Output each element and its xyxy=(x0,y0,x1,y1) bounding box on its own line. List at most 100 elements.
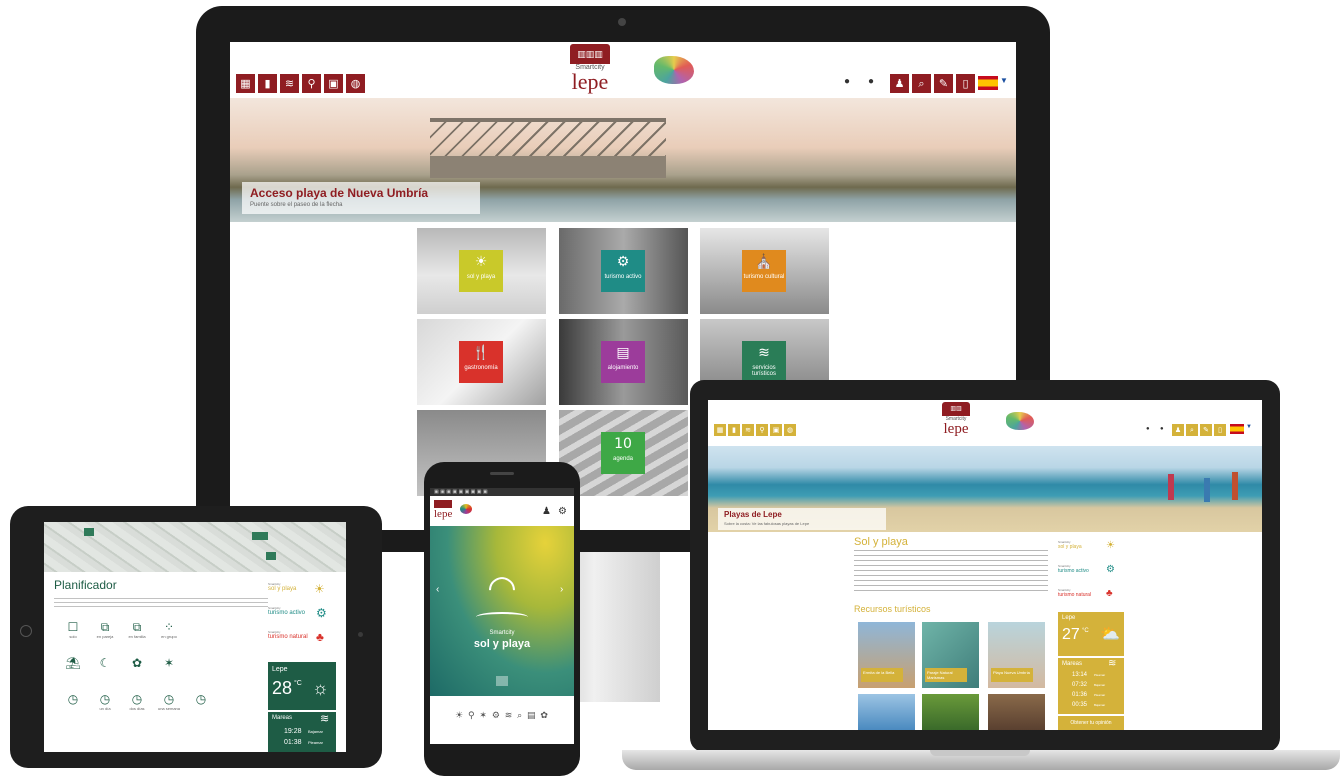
brand-turismo-natural[interactable]: Smartcity turismo natural ♣ xyxy=(268,630,338,652)
apple-icon[interactable]: ● xyxy=(1160,426,1164,432)
mobile-icon[interactable]: ▯ xyxy=(1214,424,1226,436)
resource-card[interactable] xyxy=(988,694,1045,730)
android-icon[interactable]: ● xyxy=(1146,426,1150,432)
phone-logo[interactable]: lepe xyxy=(434,508,452,520)
option-duration[interactable]: ◷ xyxy=(58,692,88,722)
phone-category-nav[interactable]: ☀ ⚲ ✶ ⚙ ≋ ⌕ ▤ ✿ xyxy=(430,696,574,744)
map-marker[interactable] xyxy=(252,532,268,540)
brand-name: turismo natural xyxy=(268,634,308,640)
opinion-button[interactable]: Obtener tu opinión xyxy=(1058,716,1124,730)
tides-title: Mareas xyxy=(1062,661,1083,667)
option-turismo-natural[interactable]: ✶ xyxy=(154,656,184,686)
resource-card[interactable] xyxy=(922,694,979,730)
lepe-logo[interactable]: ▥▥▥ Smartcity lepe xyxy=(560,44,620,93)
weather-unit: °C xyxy=(294,680,302,687)
search-icon[interactable]: ⌕ xyxy=(1186,424,1198,436)
hero-caption: Acceso playa de Nueva Umbría Puente sobr… xyxy=(242,182,480,214)
laptop-nav-icon-1[interactable]: ▦ xyxy=(714,424,726,436)
tile-badge: ⛪ turismo cultural xyxy=(742,250,786,292)
option-playa[interactable]: ⛱ xyxy=(58,656,88,686)
resource-card[interactable]: Paraje Natural Marismas xyxy=(922,622,979,688)
desktop-nav-icon-3[interactable]: ≋ xyxy=(280,74,299,93)
android-icon[interactable]: ● xyxy=(844,76,850,87)
sun-icon: ☀ xyxy=(314,582,325,596)
resource-caption: Playa Nueva Umbría xyxy=(991,668,1033,682)
laptop-nav-icon-3[interactable]: ≋ xyxy=(742,424,754,436)
brand-name: sol y playa xyxy=(268,586,297,592)
option-una-semana[interactable]: ◷ una semana xyxy=(154,692,184,722)
tide-time: 00:35 xyxy=(1072,702,1088,708)
laptop-nav-icon-4[interactable]: ⚲ xyxy=(756,424,768,436)
laptop-nav-icon-2[interactable]: ▮ xyxy=(728,424,740,436)
desktop-nav-icon-1[interactable]: ▦ xyxy=(236,74,255,93)
brand-sol-y-playa[interactable]: Smartcity sol y playa ☀ xyxy=(268,582,338,604)
desktop-nav-icon-6[interactable]: ◍ xyxy=(346,74,365,93)
search-icon[interactable]: ⌕ xyxy=(912,74,931,93)
laptop-lepe-logo[interactable]: ▥▥ Smartcity lepe xyxy=(934,402,978,437)
tablet-home-button[interactable] xyxy=(20,625,32,637)
option-solo[interactable]: ☐ solo xyxy=(58,620,88,650)
tile-sol-y-playa[interactable]: ☀ sol y playa xyxy=(417,228,546,314)
spanish-flag-icon[interactable] xyxy=(1230,424,1244,434)
planner-title: Planificador xyxy=(54,578,117,592)
option-dos-dias[interactable]: ◷ dos días xyxy=(122,692,152,722)
option-un-dia[interactable]: ◷ un día xyxy=(90,692,120,722)
phone-hero[interactable]: ‹ › ◠ Smartcity sol y playa xyxy=(430,526,574,696)
resource-card[interactable]: Ermita de la Bella xyxy=(858,622,915,688)
option-ocio[interactable]: ☾ xyxy=(90,656,120,686)
magic-wand-icon[interactable]: ✎ xyxy=(934,74,953,93)
option-en-pareja[interactable]: ⧉ en pareja xyxy=(90,620,120,650)
option-en-familia[interactable]: ⧉ en familia xyxy=(122,620,152,650)
next-arrow-icon[interactable]: › xyxy=(560,584,563,595)
tile-alojamiento[interactable]: ▤ alojamiento xyxy=(559,319,688,405)
option-en-grupo[interactable]: ⁘ en grupo xyxy=(154,620,184,650)
laptop-nav-icon-5[interactable]: ▣ xyxy=(770,424,782,436)
clock-icon: ◷ xyxy=(99,692,111,706)
brand-sol-y-playa[interactable]: Smartcity sol y playa ☀ xyxy=(1058,540,1124,562)
tide-label: Bajamar xyxy=(308,729,323,734)
user-icon[interactable]: ♟ xyxy=(890,74,909,93)
mobile-icon[interactable]: ▯ xyxy=(956,74,975,93)
spanish-flag-icon[interactable] xyxy=(978,76,998,90)
tides-title: Mareas xyxy=(272,715,293,721)
language-dropdown-chevron-icon[interactable]: ▼ xyxy=(1246,424,1252,430)
option-turismo-activo[interactable]: ✿ xyxy=(122,656,152,686)
language-dropdown-chevron-icon[interactable]: ▼ xyxy=(1000,76,1008,85)
tile-badge: ☀ sol y playa xyxy=(459,250,503,292)
beach-person xyxy=(1232,472,1238,500)
tile-turismo-cultural[interactable]: ⛪ turismo cultural xyxy=(700,228,829,314)
option-quincena[interactable]: ◷ xyxy=(186,692,216,722)
tide-label: Pleamar xyxy=(1094,673,1106,677)
settings-icon[interactable]: ⚙ xyxy=(558,506,567,517)
desktop-hero-slider[interactable]: Acceso playa de Nueva Umbría Puente sobr… xyxy=(230,98,1016,272)
option-label: dos días xyxy=(129,706,145,711)
brand-turismo-activo[interactable]: Smartcity turismo activo ⚙ xyxy=(1058,564,1124,586)
option-label: una semana xyxy=(157,706,180,711)
brand-turismo-natural[interactable]: Smartcity turismo natural ♣ xyxy=(1058,588,1124,610)
laptop-resources-title: Recursos turísticos xyxy=(854,604,931,614)
magic-wand-icon[interactable]: ✎ xyxy=(1200,424,1212,436)
user-icon[interactable]: ♟ xyxy=(1172,424,1184,436)
resource-card[interactable] xyxy=(858,694,915,730)
tile-gastronomia[interactable]: 🍴 gastronomía xyxy=(417,319,546,405)
waves-icon: ≋ xyxy=(1108,658,1117,669)
map-marker[interactable] xyxy=(266,552,276,560)
bridge-deck xyxy=(430,156,666,178)
resource-caption: Paraje Natural Marismas xyxy=(925,668,967,682)
laptop-nav-icon-6[interactable]: ◍ xyxy=(784,424,796,436)
prev-arrow-icon[interactable]: ‹ xyxy=(436,584,439,595)
user-icon[interactable]: ♟ xyxy=(542,506,551,517)
apple-icon[interactable]: ● xyxy=(868,76,874,87)
phone-speaker xyxy=(490,472,514,475)
desktop-nav-icon-2[interactable]: ▮ xyxy=(258,74,277,93)
resource-card[interactable]: Playa Nueva Umbría xyxy=(988,622,1045,688)
laptop-base-notch xyxy=(930,750,1030,756)
desktop-nav-icon-4[interactable]: ⚲ xyxy=(302,74,321,93)
brand-turismo-activo[interactable]: Smartcity turismo activo ⚙ xyxy=(268,606,338,628)
tile-turismo-activo[interactable]: ⚙ turismo activo xyxy=(559,228,688,314)
tablet-map[interactable] xyxy=(44,522,346,572)
desktop-nav-icon-5[interactable]: ▣ xyxy=(324,74,343,93)
laptop-hero[interactable]: Playas de Lepe Sobre la costa: Ve las fa… xyxy=(708,446,1262,532)
map-marker[interactable] xyxy=(84,528,94,536)
clock-icon: ◷ xyxy=(195,692,207,706)
